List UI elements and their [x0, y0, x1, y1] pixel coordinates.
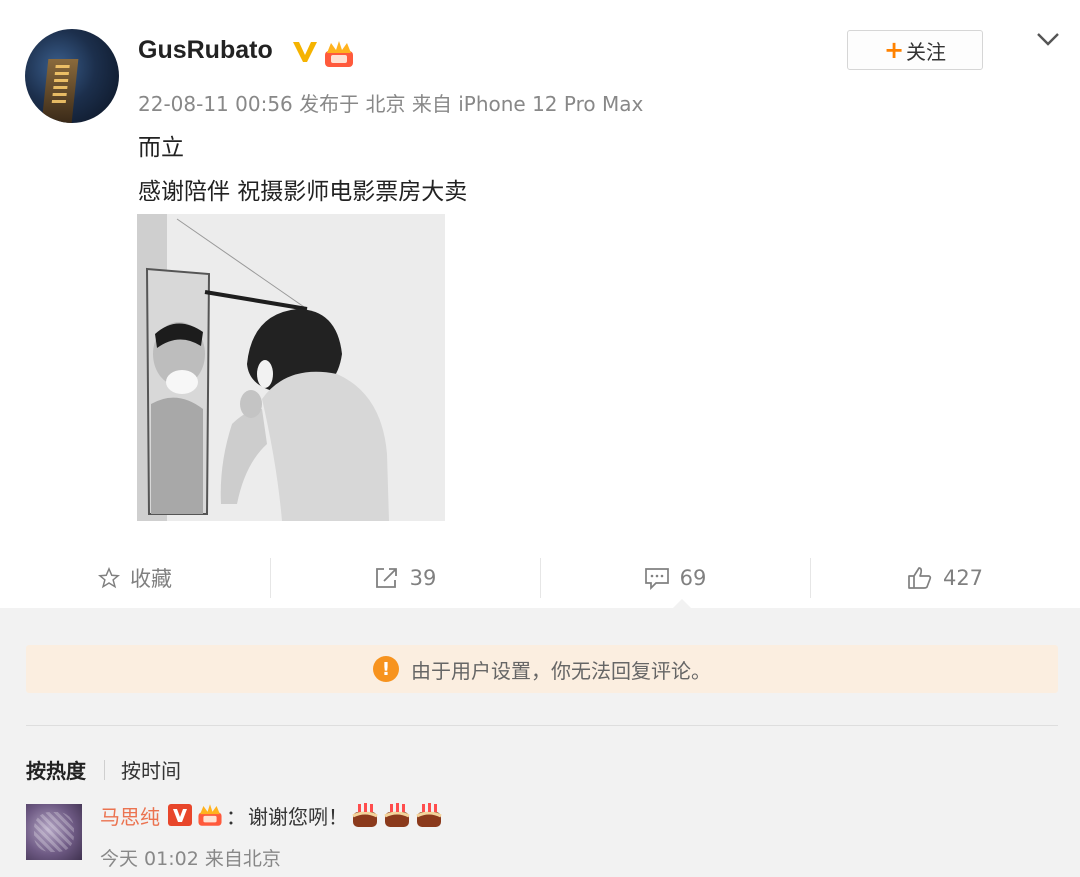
- comment-sort-tabs: 按热度 按时间: [26, 755, 181, 784]
- commenter-name[interactable]: 马思纯: [100, 801, 160, 830]
- comment-pointer-arrow: [672, 599, 692, 609]
- weibo-post: GusRubato 22-08-11 00:56 发布于 北京 来自 iPhon…: [0, 0, 1080, 608]
- verified-v-icon: [293, 42, 317, 62]
- like-button[interactable]: 427: [810, 555, 1080, 601]
- verified-v-icon: [168, 804, 192, 826]
- post-location: 发布于 北京: [299, 92, 406, 116]
- sort-by-hot-tab[interactable]: 按热度: [26, 755, 86, 784]
- favorite-button[interactable]: 收藏: [0, 555, 270, 601]
- comment-icon: [644, 568, 669, 590]
- notice-text: 由于用户设置，你无法回复评论。: [411, 658, 711, 683]
- post-actions: 收藏 39 69 427: [0, 555, 1080, 601]
- user-avatar[interactable]: [25, 29, 119, 123]
- post-text-line1: 而立: [138, 135, 184, 161]
- comment-button[interactable]: 69: [540, 555, 810, 601]
- cake-emoji-icon: [352, 803, 378, 827]
- comment-text: 谢谢您咧！: [248, 804, 348, 829]
- plus-icon: +: [883, 36, 905, 64]
- cake-emoji-icon: [384, 803, 410, 827]
- post-time[interactable]: 22-08-11 00:56: [138, 92, 293, 116]
- comment-count: 69: [679, 566, 707, 590]
- warning-icon: !: [373, 656, 399, 682]
- comment-item: 马思纯 ： 谢谢您咧！: [100, 800, 444, 830]
- reply-disabled-notice: ! 由于用户设置，你无法回复评论。: [26, 645, 1058, 693]
- repost-count: 39: [409, 566, 437, 590]
- vip-crown-icon: [325, 41, 353, 67]
- post-meta: 22-08-11 00:56 发布于 北京 来自 iPhone 12 Pro M…: [138, 88, 643, 117]
- star-icon: [98, 567, 120, 589]
- vip-crown-icon: [198, 804, 222, 826]
- chevron-down-icon[interactable]: [1035, 30, 1061, 48]
- repost-button[interactable]: 39: [270, 555, 540, 601]
- comment-time: 今天 01:02: [100, 848, 199, 870]
- post-source: 来自 iPhone 12 Pro Max: [411, 92, 644, 116]
- divider: [26, 725, 1058, 726]
- thumbs-up-icon: [908, 567, 932, 589]
- comment-meta: 今天 01:02 来自北京: [100, 844, 281, 871]
- repost-icon: [375, 568, 397, 588]
- follow-label: 关注: [906, 39, 947, 64]
- commenter-avatar[interactable]: [26, 804, 82, 860]
- cake-emoji-icon: [416, 803, 442, 827]
- favorite-label: 收藏: [130, 567, 172, 591]
- sort-by-time-tab[interactable]: 按时间: [121, 755, 181, 784]
- sort-divider: [104, 759, 105, 780]
- follow-button[interactable]: + 关注: [847, 30, 983, 70]
- post-photo[interactable]: [137, 214, 445, 521]
- comment-source: 来自北京: [204, 848, 281, 870]
- post-text-line2: 感谢陪伴 祝摄影师电影票房大卖: [138, 179, 468, 205]
- username[interactable]: GusRubato: [138, 36, 273, 65]
- photo-illustration: [137, 214, 445, 521]
- comment-colon: ：: [226, 804, 246, 829]
- like-count: 427: [942, 566, 984, 590]
